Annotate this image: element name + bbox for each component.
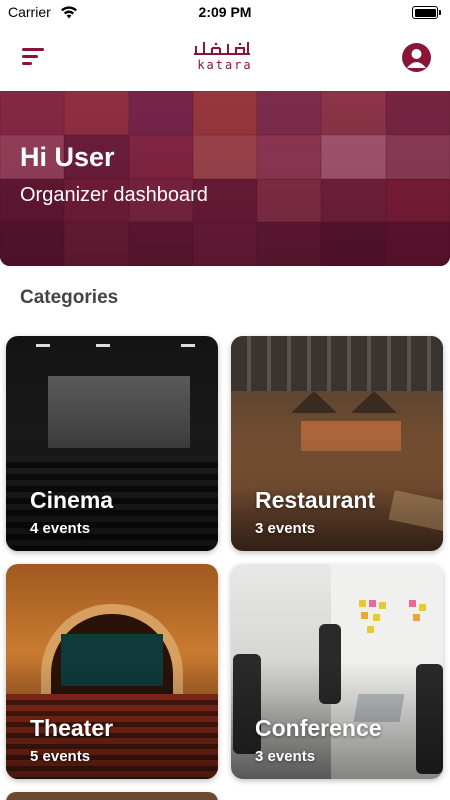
category-name: Conference	[255, 715, 382, 741]
category-name: Theater	[30, 715, 114, 741]
category-card-partial[interactable]	[6, 792, 218, 800]
dashboard-subtitle: Organizer dashboard	[20, 184, 208, 206]
categories-heading: Categories	[20, 287, 119, 308]
hero-overlay	[0, 91, 450, 266]
status-bar: Carrier 2:09 PM	[0, 0, 450, 26]
category-event-count: 4 events	[30, 520, 91, 537]
hero-banner: Hi User Organizer dashboard	[0, 91, 450, 266]
greeting-title: Hi User	[20, 142, 115, 172]
profile-icon[interactable]	[402, 43, 431, 72]
status-time: 2:09 PM	[198, 4, 252, 20]
category-event-count: 3 events	[255, 520, 316, 537]
app-header: katara	[0, 30, 450, 86]
menu-icon[interactable]	[22, 48, 46, 66]
user-avatar-icon	[407, 49, 426, 68]
category-event-count: 5 events	[30, 748, 91, 765]
category-name: Restaurant	[255, 487, 376, 513]
category-event-count: 3 events	[255, 748, 316, 765]
category-image	[6, 792, 218, 800]
category-card-cinema[interactable]: Cinema 4 events	[6, 336, 218, 551]
category-card-restaurant[interactable]: Restaurant 3 events	[231, 336, 443, 551]
category-card-theater[interactable]: Theater 5 events	[6, 564, 218, 779]
katara-logo: katara	[190, 40, 260, 74]
logo-text: katara	[197, 58, 253, 72]
logo-arabic-mark	[194, 42, 250, 55]
battery-icon	[412, 6, 441, 19]
category-name: Cinema	[30, 487, 114, 513]
category-card-conference[interactable]: Conference 3 events	[231, 564, 443, 779]
